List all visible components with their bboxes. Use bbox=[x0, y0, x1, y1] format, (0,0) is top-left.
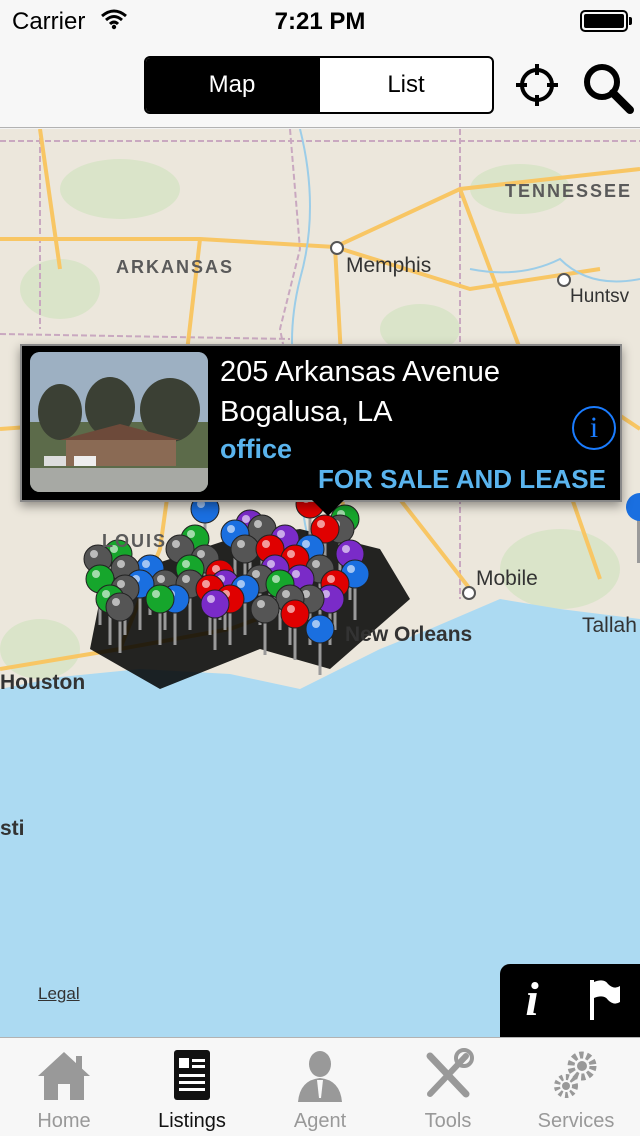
map-label-houston: Houston bbox=[0, 671, 86, 694]
tab-bar: Home Listings Agent Tools Services bbox=[0, 1037, 640, 1136]
map-label-corpus-christi: sti bbox=[0, 817, 25, 840]
map-tools: i bbox=[500, 964, 640, 1037]
nav-bar: Map List bbox=[0, 40, 640, 128]
listing-address: 205 Arkansas Avenue bbox=[220, 356, 501, 388]
map-label-new-orleans: New Orleans bbox=[345, 623, 473, 646]
tab-services[interactable]: Services bbox=[512, 1038, 640, 1136]
map-label-tallahassee: Tallah bbox=[582, 614, 637, 637]
listing-icon bbox=[174, 1050, 210, 1100]
map-label-louisiana: LOUIS bbox=[102, 531, 168, 551]
map-view[interactable]: TENNESSEE ARKANSAS Memphis Huntsv LOUIS … bbox=[0, 129, 640, 1037]
listing-photo bbox=[30, 352, 208, 492]
crosshair-icon[interactable] bbox=[514, 62, 560, 108]
tab-home[interactable]: Home bbox=[0, 1038, 128, 1136]
agent-icon bbox=[298, 1051, 342, 1102]
battery-icon bbox=[580, 10, 632, 32]
tab-label-services: Services bbox=[537, 1110, 615, 1132]
legal-link[interactable]: Legal bbox=[38, 984, 80, 1004]
gears-icon bbox=[554, 1051, 597, 1098]
map-label-memphis: Memphis bbox=[346, 254, 432, 277]
listing-callout[interactable]: 205 Arkansas Avenue Bogalusa, LA office … bbox=[20, 344, 622, 502]
segment-map[interactable]: Map bbox=[146, 58, 318, 112]
status-bar: Carrier 7:21 PM bbox=[0, 0, 640, 40]
listing-pins[interactable] bbox=[0, 129, 640, 1037]
listing-city: Bogalusa, LA bbox=[220, 396, 393, 428]
tab-label-agent: Agent bbox=[293, 1110, 347, 1132]
house-icon bbox=[38, 1052, 90, 1100]
search-icon[interactable] bbox=[580, 60, 634, 114]
tab-label-home: Home bbox=[37, 1110, 91, 1132]
listing-pin[interactable] bbox=[626, 493, 640, 563]
map-label-mobile: Mobile bbox=[476, 567, 538, 590]
view-mode-segmented-control: Map List bbox=[144, 56, 494, 114]
tab-label-tools: Tools bbox=[424, 1110, 472, 1132]
callout-pointer bbox=[312, 500, 344, 516]
map-label-arkansas: ARKANSAS bbox=[116, 257, 235, 277]
tab-agent[interactable]: Agent bbox=[256, 1038, 384, 1136]
flag-icon[interactable] bbox=[586, 978, 622, 1022]
tools-icon bbox=[426, 1048, 474, 1098]
status-time: 7:21 PM bbox=[274, 8, 366, 35]
map-label-huntsville: Huntsv bbox=[570, 286, 630, 307]
segment-list[interactable]: List bbox=[318, 58, 492, 112]
tab-tools[interactable]: Tools bbox=[384, 1038, 512, 1136]
listing-status: FOR SALE AND LEASE bbox=[318, 464, 606, 494]
map-label-tennessee: TENNESSEE bbox=[505, 181, 633, 201]
info-icon[interactable]: i bbox=[572, 406, 616, 450]
property-photo-image bbox=[30, 352, 208, 492]
tab-label-listings: Listings bbox=[158, 1110, 226, 1132]
info-icon[interactable]: i bbox=[514, 972, 550, 1028]
tab-listings[interactable]: Listings bbox=[128, 1038, 256, 1136]
listing-type: office bbox=[220, 434, 293, 464]
